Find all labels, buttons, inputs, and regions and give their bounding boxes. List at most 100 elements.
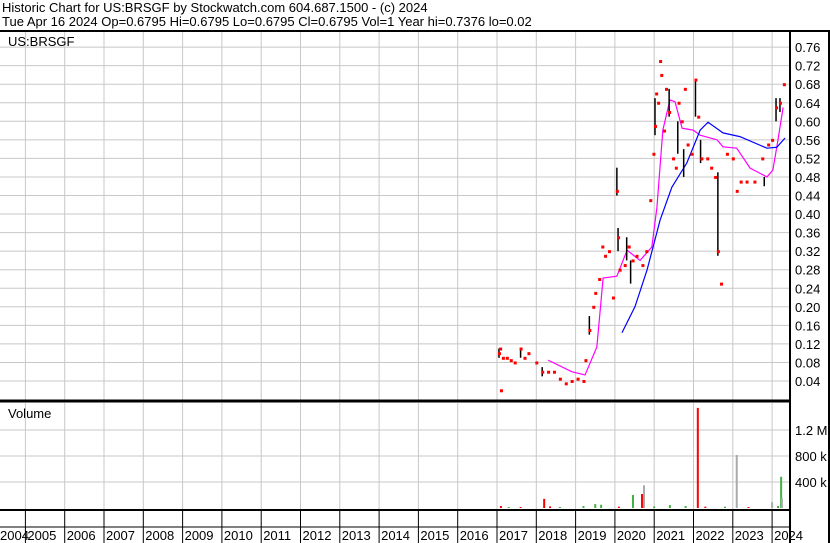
close-point <box>594 291 598 295</box>
volume-bar <box>499 506 502 508</box>
price-tick-label: 0.72 <box>795 59 820 74</box>
close-point <box>576 377 580 381</box>
volume-tick-label: 1.2 M <box>795 423 828 438</box>
year-tick-label: 2014 <box>381 528 410 543</box>
close-point <box>584 359 588 363</box>
close-point <box>618 268 622 272</box>
close-dots <box>497 60 786 393</box>
volume-bar <box>668 505 671 508</box>
price-tick-label: 0.56 <box>795 133 820 148</box>
close-point <box>527 352 531 356</box>
close-point <box>509 359 513 363</box>
year-tick-label: 2019 <box>578 528 607 543</box>
volume-bar <box>558 507 561 508</box>
price-tick-label: 0.40 <box>795 207 820 222</box>
close-point <box>641 264 645 268</box>
price-tick-label: 0.04 <box>795 374 820 389</box>
close-point <box>617 236 621 240</box>
volume-bar <box>617 506 620 508</box>
volume-bar <box>549 506 552 508</box>
year-tick-label: 2015 <box>420 528 449 543</box>
close-point <box>535 361 539 365</box>
volume-bar <box>631 495 634 508</box>
close-point <box>731 157 735 161</box>
year-tick-label: 2021 <box>656 528 685 543</box>
ma-long-line <box>621 121 786 334</box>
volume-bar <box>642 485 645 508</box>
close-point <box>739 180 743 184</box>
close-point <box>653 124 657 128</box>
year-tick-label: 2004 <box>0 528 29 543</box>
year-tick-label: 2022 <box>696 528 725 543</box>
price-tick-label: 0.16 <box>795 318 820 333</box>
ma-short-line <box>547 99 784 376</box>
price-tick-label: 0.24 <box>795 281 820 296</box>
volume-bar <box>704 506 707 508</box>
volume-bar <box>582 506 585 508</box>
price-tick-label: 0.36 <box>795 226 820 241</box>
close-point <box>501 356 505 360</box>
close-point <box>680 120 684 124</box>
close-point <box>686 143 690 147</box>
close-point <box>767 143 771 147</box>
year-tick-label: 2011 <box>263 528 291 543</box>
price-tick-label: 0.20 <box>795 300 820 315</box>
price-tick-label: 0.52 <box>795 151 820 166</box>
close-point <box>706 157 710 161</box>
close-point <box>570 380 574 383</box>
close-point <box>499 389 503 393</box>
volume-bars <box>499 407 783 508</box>
volume-bar <box>684 506 687 508</box>
price-tick-label: 0.68 <box>795 77 820 92</box>
close-point <box>558 377 562 381</box>
close-point <box>505 356 509 360</box>
year-tick-label: 2010 <box>224 528 253 543</box>
year-tick-label: 2016 <box>460 528 489 543</box>
close-point <box>652 152 656 156</box>
close-point <box>564 382 568 386</box>
close-point <box>664 87 668 91</box>
year-tick-label: 2009 <box>185 528 214 543</box>
volume-tick-label: 800 k <box>795 449 827 464</box>
close-point <box>735 189 739 193</box>
year-tick-label: 2023 <box>735 528 764 543</box>
volume-label: Volume <box>8 406 51 421</box>
year-tick-label: 2018 <box>538 528 567 543</box>
year-tick-label: 2007 <box>106 528 135 543</box>
close-point <box>677 101 681 105</box>
close-point <box>598 277 602 281</box>
price-tick-label: 0.32 <box>795 244 820 259</box>
price-tick-label: 0.28 <box>795 263 820 278</box>
close-point <box>663 129 667 133</box>
year-tick-label: 2012 <box>303 528 332 543</box>
volume-bar <box>747 507 750 508</box>
close-point <box>649 199 653 203</box>
volume-bar <box>735 455 738 508</box>
close-point <box>782 83 786 87</box>
close-point <box>655 92 659 96</box>
volume-bar <box>600 504 603 508</box>
close-point <box>611 296 615 300</box>
close-point <box>497 352 501 356</box>
moving-averages <box>547 99 786 376</box>
close-point <box>523 356 527 360</box>
close-point <box>674 166 678 170</box>
close-point <box>697 115 701 119</box>
volume-bar <box>776 506 779 508</box>
volume-bar <box>641 494 644 508</box>
close-point <box>753 180 757 184</box>
axes: 0.04 0.08 0.12 0.16 0.20 0.24 0.28 0.32 0.36 0.40… <box>0 30 830 543</box>
close-point <box>710 166 714 170</box>
close-point <box>700 157 704 161</box>
close-point <box>761 157 765 161</box>
close-point <box>683 87 687 91</box>
close-point <box>645 250 649 254</box>
year-tick-label: 2006 <box>67 528 96 543</box>
close-point <box>592 305 596 309</box>
grid <box>0 32 790 509</box>
close-point <box>668 111 672 115</box>
close-point <box>690 152 694 156</box>
volume-bar <box>507 507 510 508</box>
volume-bar <box>771 502 774 508</box>
volume-bar <box>653 506 656 508</box>
